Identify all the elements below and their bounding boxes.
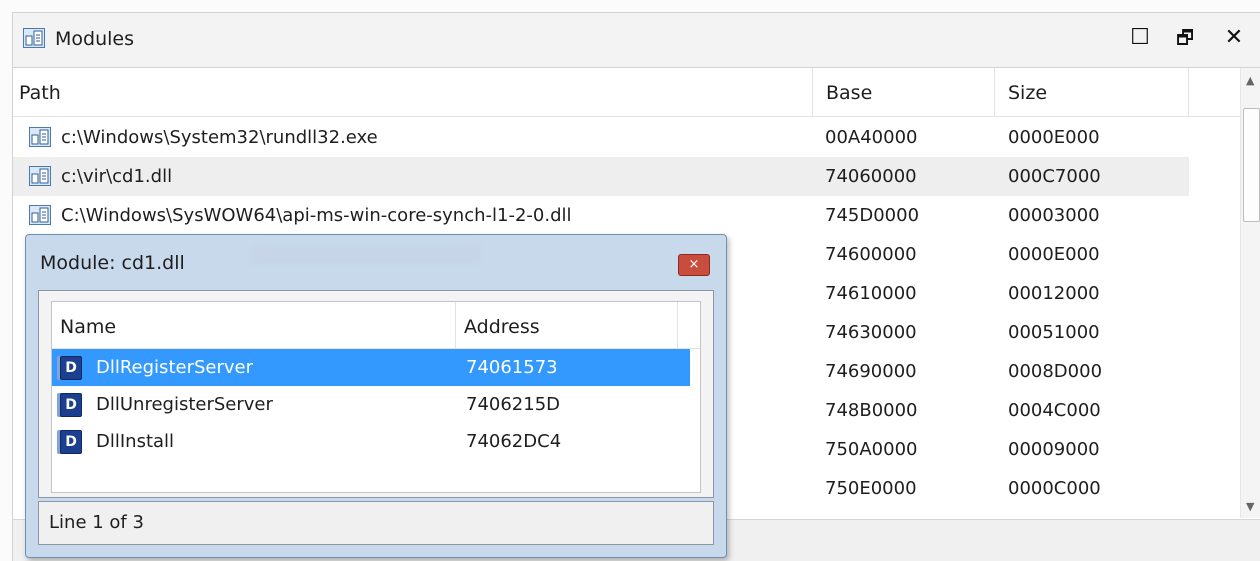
module-size: 00051000: [1008, 322, 1100, 343]
column-header-size[interactable]: Size: [995, 68, 1189, 116]
dialog-status-bar: Line 1 of 3: [38, 501, 714, 545]
blurred-background-text: [251, 245, 481, 265]
module-size: 0000E000: [1008, 244, 1100, 265]
column-header-address[interactable]: Address: [456, 302, 678, 348]
module-size: 0004C000: [1008, 400, 1101, 421]
module-icon: [29, 127, 51, 147]
scroll-down-icon[interactable]: ▼: [1246, 500, 1254, 513]
module-base: 750E0000: [825, 478, 917, 499]
modules-list-header: Path Base Size: [13, 68, 1241, 117]
restore-icon: 🗗: [1176, 27, 1194, 49]
export-name: DllUnregisterServer: [96, 394, 273, 415]
export-function-icon: D: [60, 430, 82, 454]
module-size: 00009000: [1008, 439, 1100, 460]
export-row[interactable]: D DllRegisterServer 74061573: [52, 349, 690, 386]
export-name: DllRegisterServer: [96, 357, 253, 378]
module-path: c:\Windows\System32\rundll32.exe: [61, 127, 378, 148]
module-base: 74600000: [825, 244, 917, 265]
module-icon: [23, 28, 45, 48]
column-header-base[interactable]: Base: [813, 68, 995, 116]
dialog-close-button[interactable]: ×: [678, 254, 710, 276]
scroll-thumb[interactable]: [1243, 108, 1260, 222]
module-base: 74060000: [825, 166, 917, 187]
module-base: 745D0000: [825, 205, 920, 226]
column-header-name[interactable]: Name: [52, 302, 456, 348]
module-size: 0008D000: [1008, 361, 1103, 382]
export-address: 74062DC4: [466, 431, 562, 452]
maximize-button[interactable]: ☐: [1125, 23, 1155, 53]
maximize-icon: ☐: [1130, 25, 1150, 50]
module-size: 00012000: [1008, 283, 1100, 304]
export-row[interactable]: D DllInstall 74062DC4: [52, 423, 690, 460]
module-path: C:\Windows\SysWOW64\api-ms-win-core-sync…: [61, 205, 572, 226]
dialog-content-frame: Name Address D DllRegisterServer 74061573 D…: [38, 290, 714, 498]
line-indicator: Line 1 of 3: [49, 512, 144, 533]
export-address: 74061573: [466, 357, 558, 378]
module-base: 74610000: [825, 283, 917, 304]
window-title: Modules: [55, 28, 134, 50]
export-row[interactable]: D DllUnregisterServer 7406215D: [52, 386, 690, 423]
table-row[interactable]: C:\Windows\SysWOW64\api-ms-win-core-sync…: [13, 196, 1189, 235]
exports-list-header: Name Address: [52, 302, 700, 349]
restore-button[interactable]: 🗗: [1170, 23, 1200, 53]
module-base: 74690000: [825, 361, 917, 382]
export-function-icon: D: [60, 356, 82, 380]
title-bar: Modules ☐ 🗗 ✕: [13, 13, 1260, 68]
table-row[interactable]: c:\Windows\System32\rundll32.exe 00A40000…: [13, 118, 1189, 157]
close-button[interactable]: ✕: [1219, 23, 1249, 53]
module-base: 00A40000: [825, 127, 918, 148]
table-row[interactable]: c:\vir\cd1.dll 74060000 000C7000: [13, 157, 1189, 196]
scroll-up-icon[interactable]: ▲: [1246, 74, 1254, 87]
module-dialog: Module: cd1.dll × Name Address D DllRegis…: [25, 234, 727, 558]
module-icon: [29, 166, 51, 186]
vertical-scrollbar[interactable]: ▲ ▼: [1240, 68, 1260, 518]
module-size: 0000E000: [1008, 127, 1100, 148]
module-base: 748B0000: [825, 400, 918, 421]
close-icon: ✕: [1224, 25, 1244, 50]
module-icon: [29, 205, 51, 225]
module-base: 74630000: [825, 322, 917, 343]
module-base: 750A0000: [825, 439, 918, 460]
export-function-icon: D: [60, 393, 82, 417]
module-size: 000C7000: [1008, 166, 1101, 187]
module-size: 00003000: [1008, 205, 1100, 226]
export-name: DllInstall: [96, 431, 175, 452]
close-icon: ×: [688, 257, 700, 272]
module-size: 0000C000: [1008, 478, 1101, 499]
module-path: c:\vir\cd1.dll: [61, 166, 173, 187]
export-address: 7406215D: [466, 394, 561, 415]
exports-list: Name Address D DllRegisterServer 74061573 D…: [51, 301, 701, 493]
dialog-title: Module: cd1.dll: [40, 252, 185, 274]
column-header-path[interactable]: Path: [13, 68, 813, 116]
